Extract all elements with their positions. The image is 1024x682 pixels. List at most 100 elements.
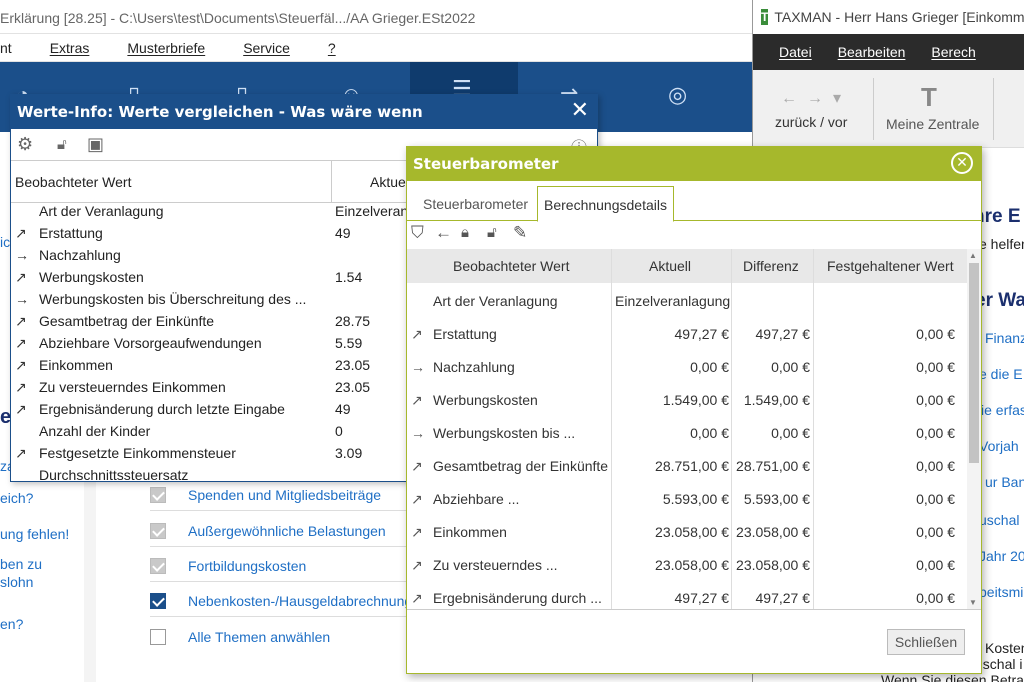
menu-item-datei[interactable]: Datei — [779, 44, 812, 60]
row-label: Einkommen — [433, 524, 507, 540]
help-link-5[interactable]: slohn — [0, 574, 33, 590]
divider — [150, 546, 410, 547]
grid-row[interactable]: ↗ Abziehbare ... 5.593,00 € 5.593,00 € 0,00 … — [407, 483, 967, 516]
divider — [150, 616, 410, 617]
info-link[interactable]: beitsmi — [979, 584, 1023, 600]
tab-steuerbarometer[interactable]: Steuerbarometer — [417, 186, 534, 221]
checklist-item-select-all[interactable]: Alle Themen anwählen — [150, 622, 330, 652]
cell-differenz: 23.058,00 € — [736, 524, 810, 540]
info-link[interactable]: ur Bank — [985, 474, 1024, 490]
trend-up-arrow-icon: ↗ — [411, 524, 423, 540]
checklist-item[interactable]: Außergewöhnliche Belastungen — [150, 516, 410, 547]
grid-row[interactable]: → Werbungskosten bis ... 0,00 € 0,00 € 0,00 … — [407, 417, 967, 450]
checklist-item[interactable]: Spenden und Mitgliedsbeiträge — [150, 480, 410, 511]
back-forward-arrows-icon[interactable]: ←→▾ — [781, 88, 851, 108]
help-link-4[interactable]: ben zu — [0, 556, 42, 572]
row-value: Einzelveranl — [335, 203, 412, 219]
scroll-down-icon[interactable]: ▼ — [969, 598, 977, 607]
checkbox[interactable] — [150, 593, 166, 609]
checkbox[interactable] — [150, 629, 166, 645]
tab-bar: Steuerbarometer Berechnungsdetails — [407, 181, 981, 222]
grid-row[interactable]: ↗ Ergebnisänderung durch ... 497,27 € 497,2… — [407, 582, 967, 615]
cell-aktuell: 0,00 € — [690, 359, 729, 375]
checklist-label[interactable]: Fortbildungskosten — [188, 558, 306, 574]
taxman-menubar: Datei Bearbeiten Berech — [753, 34, 1024, 70]
checklist-label[interactable]: Spenden und Mitgliedsbeiträge — [188, 487, 381, 503]
grid-row[interactable]: ↗ Einkommen 23.058,00 € 23.058,00 € 0,00 € — [407, 516, 967, 549]
column-header-differenz[interactable]: Differenz — [743, 258, 799, 274]
menu-item-help[interactable]: ? — [328, 40, 336, 56]
row-label: Ergebnisänderung durch letzte Eingabe — [39, 401, 285, 417]
column-header-festgehalten[interactable]: Festgehaltener Wert — [827, 258, 954, 274]
checklist-label[interactable]: Nebenkosten-/Hausgeldabrechnung — [188, 593, 412, 609]
tab-berechnungsdetails[interactable]: Berechnungsdetails — [537, 186, 674, 222]
checkbox[interactable] — [150, 487, 166, 503]
lock-icon[interactable]: 🔒︎ — [461, 224, 469, 241]
checkbox[interactable] — [150, 558, 166, 574]
text-t-icon[interactable]: T — [921, 82, 937, 113]
berechnungsdetails-grid: Beobachteter Wert Aktuell Differenz Fest… — [407, 249, 967, 609]
help-link-3[interactable]: ung fehlen! — [0, 526, 69, 542]
menu-item-berechnen[interactable]: Berech — [931, 44, 975, 60]
info-link[interactable]: ie erfas — [981, 402, 1024, 418]
werte-info-title-bar[interactable]: Werte-Info: Werte vergleichen - Was wäre… — [11, 95, 597, 129]
menu-item-bearbeiten[interactable]: Bearbeiten — [838, 44, 906, 60]
arrow-left-icon[interactable]: ← — [435, 223, 452, 243]
scroll-up-icon[interactable]: ▲ — [969, 251, 977, 260]
grid-row[interactable]: ↗ Erstattung 497,27 € 497,27 € 0,00 € — [407, 318, 967, 351]
info-link[interactable]: Vorjah — [979, 438, 1019, 454]
row-label: Werbungskosten — [433, 392, 538, 408]
trend-up-arrow-icon: ↗ — [411, 392, 423, 408]
unlock-icon[interactable]: 🔓︎ — [57, 136, 67, 153]
checklist-item[interactable]: Nebenkosten-/Hausgeldabrechnung — [150, 586, 412, 617]
close-button[interactable]: Schließen — [887, 629, 965, 655]
column-header-beobachtet[interactable]: Beobachteter Wert — [15, 174, 131, 190]
checklist-label[interactable]: Außergewöhnliche Belastungen — [188, 523, 386, 539]
menu-item-service[interactable]: Service — [243, 40, 290, 56]
menu-item-datei-partial[interactable]: nt — [0, 40, 12, 56]
divider — [407, 609, 981, 610]
back-forward-label[interactable]: zurück / vor — [775, 114, 847, 130]
checklist-item[interactable]: Fortbildungskosten — [150, 551, 410, 582]
grid-header: Beobachteter Wert Aktuell Differenz Fest… — [407, 249, 967, 283]
close-icon[interactable]: ✕ — [951, 152, 973, 174]
vertical-scrollbar[interactable]: ▲ ▼ — [967, 249, 981, 609]
checkbox[interactable] — [150, 523, 166, 539]
column-header-aktuell[interactable]: Aktuel — [370, 174, 409, 190]
grid-row[interactable]: ↗ Gesamtbetrag der Einkünfte 28.751,00 € 28… — [407, 450, 967, 483]
filter-icon[interactable]: ⛉ — [411, 223, 424, 243]
menu-item-musterbriefe[interactable]: Musterbriefe — [127, 40, 205, 56]
grid-row[interactable]: Art der Veranlagung Einzelveranlagung — [407, 285, 967, 318]
cell-festgehalten: 0,00 € — [916, 425, 955, 441]
info-link[interactable]: Jahr 20 — [979, 548, 1024, 564]
grid-row[interactable]: ↗ Zu versteuerndes ... 23.058,00 € 23.058,0… — [407, 549, 967, 582]
row-label: Anzahl der Kinder — [39, 423, 151, 439]
gear-icon[interactable]: ⚙ — [17, 134, 33, 155]
trend-up-arrow-icon: ↗ — [15, 401, 27, 417]
compass-icon[interactable]: ◎ — [668, 82, 687, 108]
grid-row[interactable]: → Nachzahlung 0,00 € 0,00 € 0,00 € — [407, 351, 967, 384]
trend-up-arrow-icon: ↗ — [15, 357, 27, 373]
pencil-icon[interactable]: ✎ — [513, 223, 527, 243]
help-link-2[interactable]: eich? — [0, 490, 33, 506]
clipboard-icon[interactable]: ▣ — [87, 134, 104, 155]
column-header-aktuell[interactable]: Aktuell — [649, 258, 691, 274]
menu-item-extras[interactable]: Extras — [50, 40, 90, 56]
cell-differenz: 497,27 € — [755, 590, 811, 606]
scrollbar-thumb[interactable] — [969, 263, 979, 463]
checklist-label[interactable]: Alle Themen anwählen — [188, 629, 330, 645]
column-header-beobachtet[interactable]: Beobachteter Wert — [453, 258, 569, 274]
info-link[interactable]: uschal — [979, 512, 1019, 528]
help-link-6[interactable]: en? — [0, 616, 23, 632]
steuerbarometer-title-bar[interactable]: Steuerbarometer ✕ — [407, 147, 981, 181]
info-link[interactable]: Finanz — [985, 330, 1024, 346]
unlock-icon[interactable]: 🔓︎ — [487, 224, 497, 241]
info-link[interactable]: e die E — [979, 366, 1023, 382]
trend-up-arrow-icon: ↗ — [411, 326, 423, 342]
grid-row[interactable]: ↗ Werbungskosten 1.549,00 € 1.549,00 € 0,00 … — [407, 384, 967, 417]
row-value: 49 — [335, 401, 351, 417]
home-button-label[interactable]: Meine Zentrale — [886, 116, 979, 132]
body-text: uschal i — [975, 656, 1023, 672]
close-icon[interactable]: ✕ — [571, 98, 589, 123]
cell-differenz: 5.593,00 € — [743, 491, 810, 507]
